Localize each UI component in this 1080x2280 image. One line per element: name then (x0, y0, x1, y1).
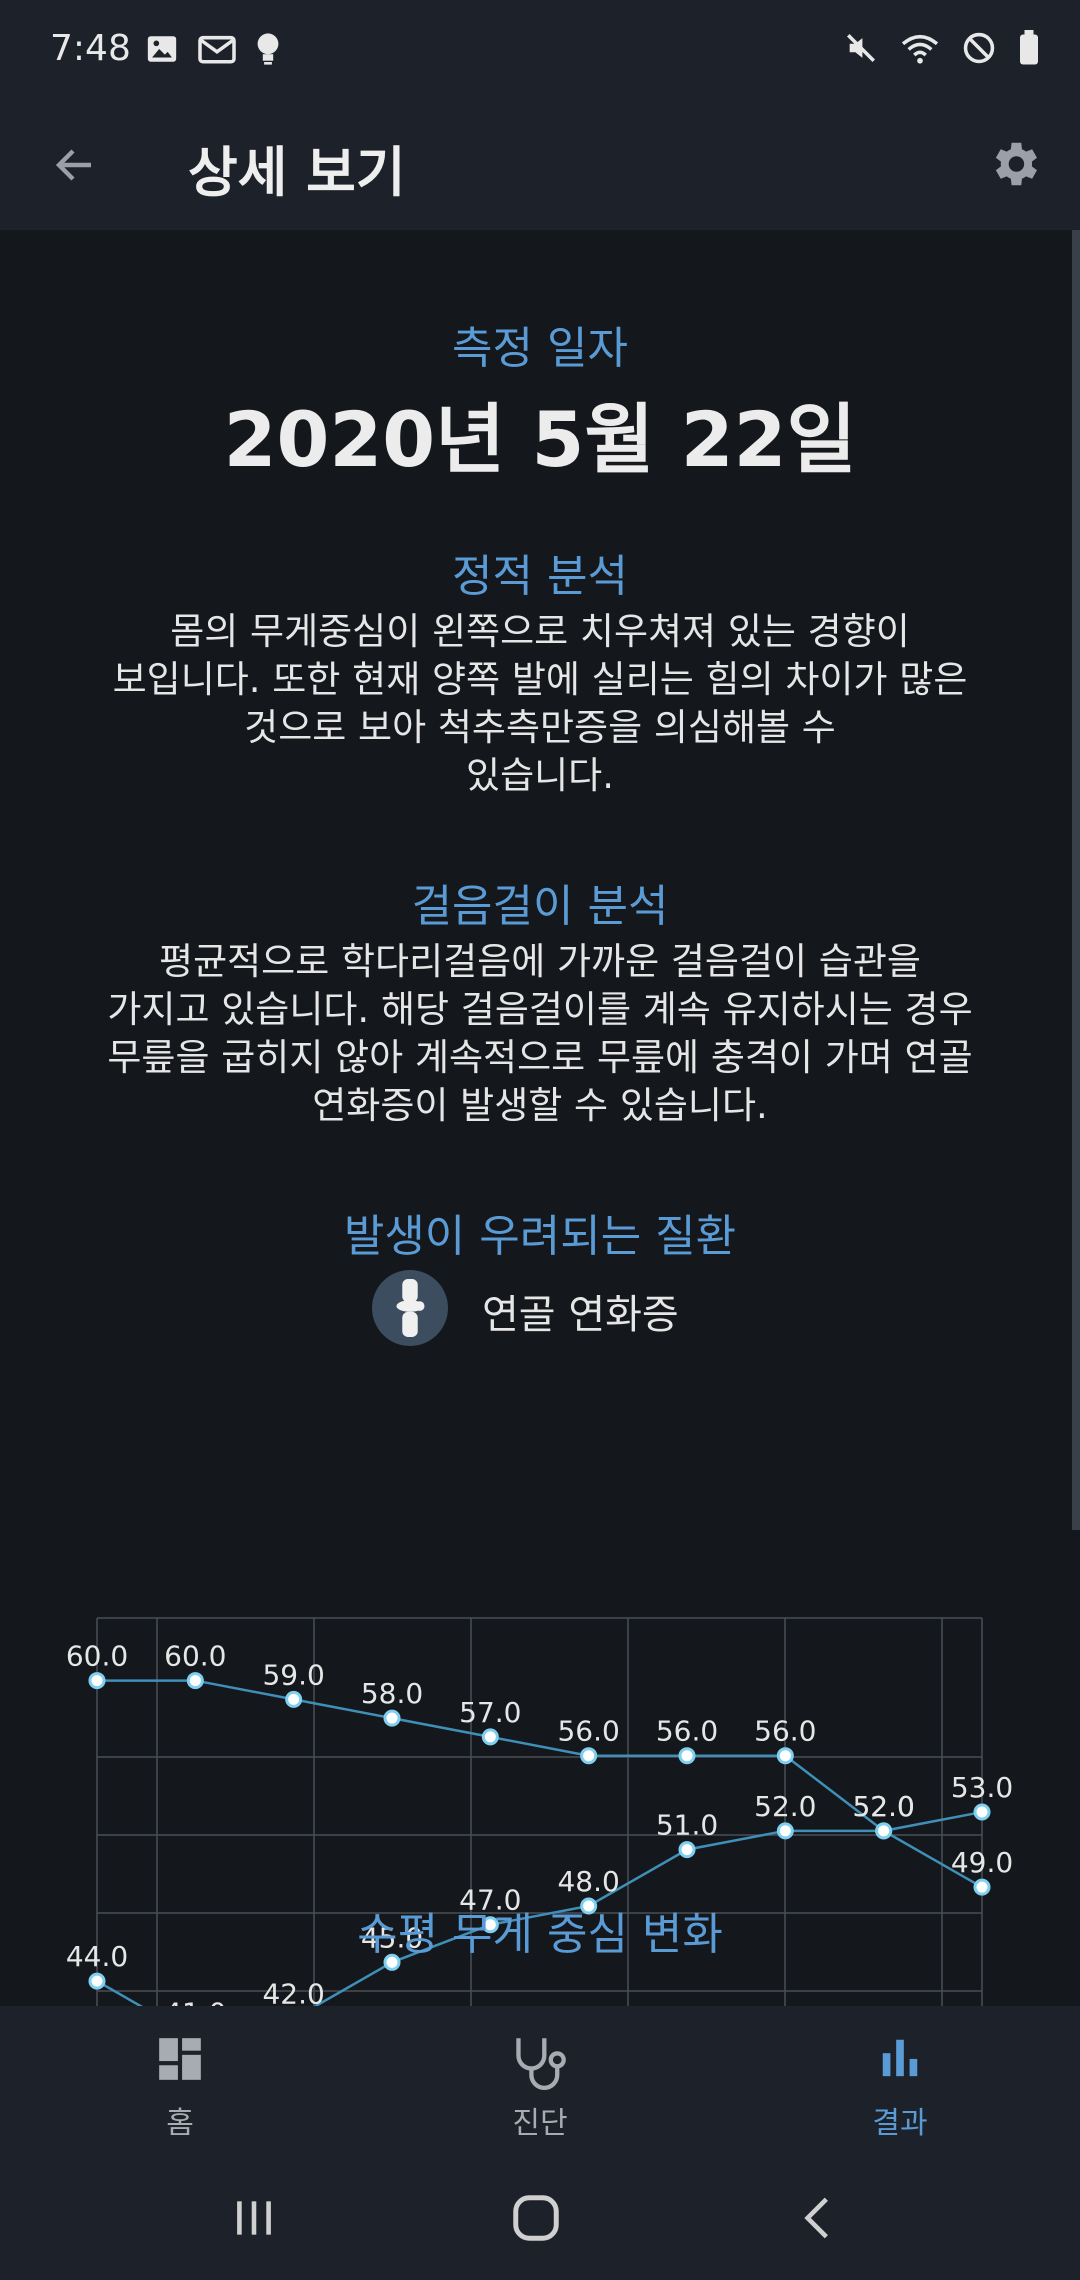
mute-icon (846, 33, 876, 63)
chart-data-label: 42.0 (262, 1978, 324, 2006)
chart-data-label: 52.0 (754, 1790, 816, 1823)
chart-data-label: 53.0 (951, 1771, 1013, 1804)
chart-data-point (580, 1747, 598, 1765)
chart-data-point (973, 1878, 991, 1896)
chart-data-point (678, 1841, 696, 1859)
gait-analysis-line: 무릎을 굽히지 않아 계속적으로 무릎에 충격이 가며 연골 (107, 1036, 973, 1079)
do-not-disturb-icon (963, 32, 995, 64)
gait-analysis-line: 연화증이 발생할 수 있습니다. (312, 1084, 768, 1127)
chart-data-label: 59.0 (262, 1658, 324, 1691)
settings-button[interactable] (978, 128, 1050, 200)
static-analysis-line: 몸의 무게중심이 왼쪽으로 치우쳐져 있는 경향이 (170, 610, 910, 653)
chart-data-label: 51.0 (656, 1809, 718, 1842)
chart-data-label: 52.0 (852, 1790, 914, 1823)
recent-apps-button[interactable] (214, 2178, 294, 2258)
chart-data-label: 56.0 (754, 1715, 816, 1748)
static-analysis-heading: 정적 분석 (452, 551, 628, 602)
detail-content[interactable]: 측정 일자 2020년 5월 22일 정적 분석 몸의 무게중심이 왼쪽으로 치… (0, 230, 1080, 2006)
disease-name: 연골 연화증 (482, 1292, 679, 1338)
chart-data-point (88, 1972, 106, 1990)
chart-data-point (88, 1672, 106, 1690)
chart-data-point (776, 1822, 794, 1840)
page-title: 상세 보기 (188, 141, 406, 204)
chart-data-point (285, 1690, 303, 1708)
recent-apps-icon (237, 2201, 271, 2235)
nav-item-home[interactable]: 홈 (0, 2006, 360, 2150)
bar-chart-icon (882, 2039, 918, 2077)
bottom-navigation: 홈 진단 결과 (0, 2006, 1080, 2150)
status-notification-icons (145, 32, 281, 66)
chart-data-label: 60.0 (164, 1640, 226, 1673)
status-time: 7:48 (50, 28, 131, 69)
chart-series-line-1 (97, 1679, 983, 1889)
system-back-button[interactable] (778, 2178, 858, 2258)
dashboard-icon (159, 2038, 201, 2080)
nav-item-results[interactable]: 결과 (720, 2006, 1080, 2150)
status-system-icons (844, 30, 1040, 66)
nav-item-diagnosis[interactable]: 진단 (360, 2006, 720, 2150)
gait-analysis-line: 평균적으로 학다리걸음에 가까운 걸음걸이 습관을 (159, 940, 921, 983)
chart-data-point (186, 1672, 204, 1690)
home-icon (513, 2195, 559, 2241)
nav-label-home: 홈 (166, 2106, 194, 2141)
status-bar: 7:48 (0, 0, 1080, 100)
chart-data-label: 57.0 (459, 1696, 521, 1729)
nav-label-results: 결과 (872, 2106, 928, 2141)
knee-joint-icon (372, 1270, 448, 1346)
image-icon (147, 36, 177, 62)
app-bar: 상세 보기 (0, 100, 1080, 230)
battery-icon (1020, 30, 1038, 65)
stethoscope-icon (516, 2038, 566, 2090)
disease-heading: 발생이 우려되는 질환 (343, 1211, 737, 1262)
gait-analysis-heading: 걸음걸이 분석 (411, 881, 669, 932)
chart-data-label: 56.0 (656, 1715, 718, 1748)
disease-row: 연골 연화증 (0, 1260, 1080, 1350)
chart-caption: 수평 무게 중심 변화 (357, 1909, 723, 1960)
chart-data-point (776, 1747, 794, 1765)
chart-data-point (383, 1709, 401, 1727)
chart-data-label: 49.0 (951, 1846, 1013, 1879)
static-analysis-line: 있습니다. (466, 754, 614, 797)
chart-data-point (973, 1803, 991, 1821)
chart-data-label: 58.0 (361, 1677, 423, 1710)
chart-data-label: 41.0 (164, 1996, 226, 2006)
chart-data-label: 48.0 (557, 1865, 619, 1898)
measurement-date: 2020년 5월 22일 (223, 395, 857, 484)
chart-data-label: 60.0 (66, 1640, 128, 1673)
wifi-icon (901, 34, 939, 64)
chart-data-point (678, 1747, 696, 1765)
gear-icon (995, 142, 1037, 186)
measurement-heading: 측정 일자 (452, 323, 628, 374)
static-analysis-line: 것으로 보아 척추측만증을 의심해볼 수 (244, 706, 836, 749)
chart-data-point (875, 1822, 893, 1840)
gait-analysis-text: 평균적으로 학다리걸음에 가까운 걸음걸이 습관을 가지고 있습니다. 해당 걸… (70, 938, 1010, 1130)
chart-data-point (481, 1728, 499, 1746)
back-icon (804, 2197, 828, 2239)
gait-analysis-line: 가지고 있습니다. 해당 걸음걸이를 계속 유지하시는 경우 (107, 988, 973, 1031)
system-navigation-bar (0, 2150, 1080, 2280)
chart-data-label: 56.0 (557, 1715, 619, 1748)
mail-icon (198, 35, 236, 64)
back-button[interactable] (40, 130, 110, 200)
nav-label-diagnosis: 진단 (512, 2106, 568, 2141)
arrow-back-icon (55, 149, 91, 181)
static-analysis-text: 몸의 무게중심이 왼쪽으로 치우쳐져 있는 경향이 보입니다. 또한 현재 양쪽… (70, 608, 1010, 800)
static-analysis-line: 보입니다. 또한 현재 양쪽 발에 실리는 힘의 차이가 많은 (112, 658, 968, 701)
lightbulb-icon (257, 33, 279, 65)
home-button[interactable] (496, 2178, 576, 2258)
